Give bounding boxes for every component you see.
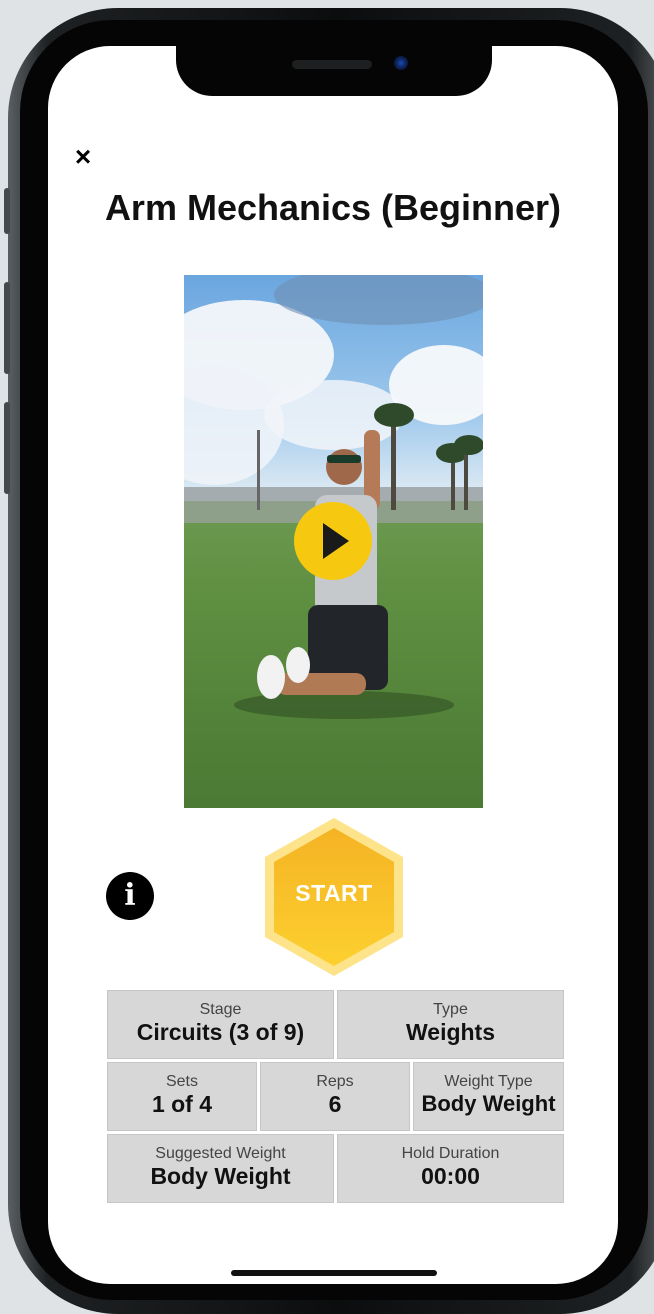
reps-cell: Reps 6 <box>260 1062 410 1131</box>
start-label[interactable]: START <box>263 880 405 907</box>
play-icon[interactable] <box>294 502 372 580</box>
notch <box>176 46 492 96</box>
stage-cell: Stage Circuits (3 of 9) <box>107 990 334 1059</box>
exercise-title: Arm Mechanics (Beginner) <box>104 187 562 228</box>
weight-type-cell: Weight Type Body Weight <box>413 1062 564 1131</box>
side-button <box>4 188 10 234</box>
type-value: Weights <box>405 1019 496 1045</box>
speaker <box>292 60 372 69</box>
weight-type-value: Body Weight <box>421 1091 556 1116</box>
reps-label: Reps <box>316 1073 354 1090</box>
volume-down-button <box>4 402 10 494</box>
suggested-weight-value: Body Weight <box>150 1163 291 1189</box>
home-indicator[interactable] <box>231 1270 437 1276</box>
hold-duration-label: Hold Duration <box>401 1145 500 1162</box>
sets-label: Sets <box>165 1073 198 1090</box>
reps-value: 6 <box>328 1091 342 1117</box>
type-label: Type <box>433 1001 468 1018</box>
stage-label: Stage <box>199 1001 242 1018</box>
stage-value: Circuits (3 of 9) <box>136 1019 305 1045</box>
volume-up-button <box>4 282 10 374</box>
suggested-weight-label: Suggested Weight <box>155 1145 286 1162</box>
weight-type-label: Weight Type <box>444 1073 533 1090</box>
sets-value: 1 of 4 <box>151 1091 213 1117</box>
hold-duration-value: 00:00 <box>421 1163 480 1189</box>
type-cell: Type Weights <box>337 990 564 1059</box>
close-button[interactable]: × <box>68 140 98 174</box>
sets-cell: Sets 1 of 4 <box>107 1062 257 1131</box>
suggested-weight-cell: Suggested Weight Body Weight <box>107 1134 334 1203</box>
front-camera <box>394 56 408 70</box>
info-icon[interactable]: i <box>106 872 154 920</box>
hold-duration-cell: Hold Duration 00:00 <box>337 1134 564 1203</box>
